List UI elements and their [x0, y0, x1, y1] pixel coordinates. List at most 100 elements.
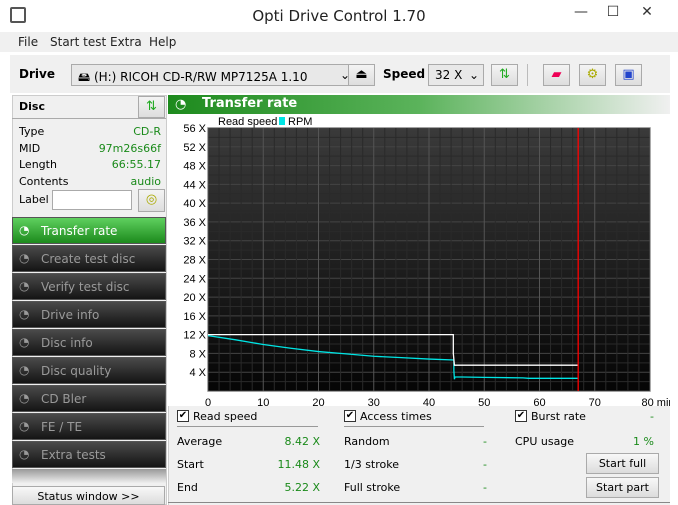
divider	[168, 502, 670, 503]
nav-disc-quality[interactable]: ◔ Disc quality	[12, 357, 166, 384]
key: Length	[19, 158, 57, 171]
x-tick-label: 80 min	[641, 397, 670, 406]
y-tick-label: 8 X	[189, 348, 206, 360]
speed-label: Speed	[383, 67, 426, 81]
erase-button[interactable]: ▰	[543, 64, 570, 86]
drive-value: (H:) RICOH CD-R/RW MP7125A 1.10	[93, 70, 308, 84]
read_speed-row-label: End	[177, 481, 198, 494]
panel-title: Transfer rate	[202, 96, 298, 111]
x-tick-label: 50	[478, 397, 490, 406]
y-tick-label: 12 X	[183, 330, 206, 342]
nav-verify-test-disc[interactable]: ◔ Verify test disc	[12, 273, 166, 300]
value: 97m26s66f	[98, 141, 161, 155]
read_speed-row-label: Average	[177, 435, 223, 448]
access-times-checkbox[interactable]: ✔	[344, 410, 356, 422]
label-disc-button[interactable]: ◎	[138, 189, 165, 212]
nav-cd-bler[interactable]: ◔ CD Bler	[12, 385, 166, 412]
start-full-button[interactable]: Start full	[586, 453, 659, 474]
cpu-usage-value: 1 %	[633, 435, 654, 448]
read_speed-row-value: 11.48 X	[277, 458, 320, 471]
divider	[12, 118, 166, 119]
legend-rpm: RPM	[288, 116, 312, 128]
menu-start-test[interactable]: Start test	[50, 35, 106, 49]
nav-drive-info[interactable]: ◔ Drive info	[12, 301, 166, 328]
nav-label: Create test disc	[41, 252, 136, 266]
y-tick-label: 56 X	[183, 123, 206, 135]
disc-info: Type CD-R MID 97m26s66f Length 66:55.17 Con…	[19, 125, 161, 191]
refresh-icon: ⇅	[499, 67, 510, 82]
y-tick-label: 32 X	[183, 236, 206, 248]
title-bar: Opti Drive Control 1.70 — ☐ ✕	[0, 0, 678, 32]
legend-read-speed: Read speed	[218, 116, 277, 128]
nav-extra-tests[interactable]: ◔ Extra tests	[12, 441, 166, 468]
nav-create-test-disc[interactable]: ◔ Create test disc	[12, 245, 166, 272]
transfer-rate-icon: ◔	[175, 97, 187, 112]
label-input[interactable]	[52, 190, 132, 210]
access-row-label: Random	[344, 435, 390, 448]
eject-icon: ⏏	[355, 67, 368, 82]
y-tick-label: 24 X	[183, 273, 206, 285]
refresh-icon: ⇅	[146, 99, 157, 114]
menu-bar: File Start test Extra Help	[0, 32, 678, 52]
eject-button[interactable]: ⏏	[348, 64, 375, 86]
y-tick-label: 20 X	[183, 292, 206, 304]
nav-label: Drive info	[41, 308, 100, 322]
x-tick-label: 40	[423, 397, 435, 406]
y-tick-label: 36 X	[183, 217, 206, 229]
minimize-button[interactable]: —	[568, 4, 594, 24]
read-speed-checkbox[interactable]: ✔	[177, 410, 189, 422]
disc-icon: ◔	[19, 447, 30, 461]
cpu-usage-label: CPU usage	[515, 435, 575, 448]
nav-label: Verify test disc	[41, 280, 130, 294]
y-tick-label: 52 X	[183, 142, 206, 154]
panel-header: ◔ Transfer rate	[168, 95, 670, 115]
nav-label: Extra tests	[41, 448, 106, 462]
toolbar: Drive 🖴 (H:) RICOH CD-R/RW MP7125A 1.10 …	[10, 55, 670, 93]
drive-label: Drive	[19, 67, 55, 81]
status-window-button[interactable]: Status window >>	[12, 486, 165, 505]
nav-fe-te[interactable]: ◔ FE / TE	[12, 413, 166, 440]
save-button[interactable]: ▣	[615, 64, 642, 86]
legend-rpm-swatch	[279, 117, 285, 125]
gears-icon: ⚙	[586, 67, 599, 82]
y-tick-label: 16 X	[183, 311, 206, 323]
menu-help[interactable]: Help	[149, 35, 176, 49]
nav-transfer-rate[interactable]: ◔ Transfer rate	[12, 217, 166, 244]
y-tick-label: 4 X	[189, 367, 206, 379]
eraser-icon: ▰	[551, 67, 562, 82]
disc-icon: ◔	[19, 279, 30, 293]
drive-select[interactable]: 🖴 (H:) RICOH CD-R/RW MP7125A 1.10 ⌄	[71, 64, 356, 86]
burst-rate-checkbox[interactable]: ✔	[515, 410, 527, 422]
access-times-label: Access times	[360, 410, 432, 423]
read-speed-label: Read speed	[193, 410, 258, 423]
menu-file[interactable]: File	[18, 35, 38, 49]
divider	[527, 64, 528, 86]
close-button[interactable]: ✕	[634, 4, 660, 24]
settings-button[interactable]: ⚙	[579, 64, 606, 86]
start-part-button[interactable]: Start part	[586, 477, 659, 498]
disc-refresh-button[interactable]: ⇅	[138, 96, 165, 118]
burst-rate-value: -	[650, 410, 654, 423]
speed-select[interactable]: 32 X ⌄	[428, 64, 484, 86]
nav-label: FE / TE	[41, 420, 83, 434]
maximize-button[interactable]: ☐	[600, 4, 626, 24]
drive-icon: 🖴	[78, 70, 94, 84]
divider	[177, 426, 318, 427]
disc-icon: ◎	[145, 192, 158, 207]
key: MID	[19, 141, 41, 155]
y-tick-label: 40 X	[183, 198, 206, 210]
refresh-button[interactable]: ⇅	[491, 64, 518, 86]
disc-row-mid: MID 97m26s66f	[19, 142, 161, 159]
access-row-value: -	[483, 435, 487, 448]
menu-extra[interactable]: Extra	[110, 35, 142, 49]
x-tick-label: 60	[533, 397, 545, 406]
y-tick-label: 48 X	[183, 161, 206, 173]
x-tick-label: 20	[312, 397, 324, 406]
speed-value: 32 X	[435, 68, 463, 82]
value: CD-R	[133, 125, 161, 138]
nav-spacer	[12, 469, 166, 483]
access-row-label: Full stroke	[344, 481, 401, 494]
access-row-label: 1/3 stroke	[344, 458, 399, 471]
disc-row-length: Length 66:55.17	[19, 158, 161, 175]
nav-disc-info[interactable]: ◔ Disc info	[12, 329, 166, 356]
